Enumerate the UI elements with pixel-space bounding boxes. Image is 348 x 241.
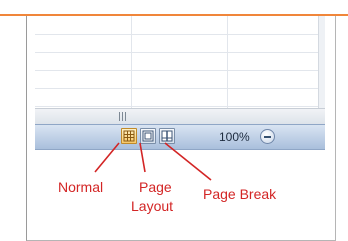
- grid-column-line: [227, 16, 228, 108]
- grid-row-line: [35, 70, 325, 71]
- zoom-level[interactable]: 100%: [219, 130, 250, 144]
- page-break-preview-icon: [161, 130, 173, 142]
- normal-view-button[interactable]: [121, 128, 137, 144]
- grid-row-line: [35, 52, 325, 53]
- page-break-preview-button[interactable]: [159, 128, 175, 144]
- page-layout-view-icon: [142, 130, 154, 142]
- grid-row-line: [35, 34, 325, 35]
- grid-row-line: [35, 106, 325, 107]
- status-bar: 100%: [35, 124, 325, 150]
- page-layout-callout-line2: Layout: [131, 198, 174, 214]
- worksheet-grid[interactable]: [35, 16, 325, 108]
- grid-column-line: [131, 16, 132, 108]
- vertical-scrollbar[interactable]: [318, 16, 325, 108]
- page-layout-callout-line1: Page: [139, 179, 172, 195]
- page-layout-view-button[interactable]: [140, 128, 156, 144]
- grid-row-line: [35, 88, 325, 89]
- zoom-out-button[interactable]: [260, 129, 275, 144]
- excel-window-panel: 100%: [26, 16, 336, 241]
- sheet-tab-bar: [35, 108, 325, 124]
- minus-circle-icon: [264, 136, 271, 138]
- normal-callout-label: Normal: [58, 179, 104, 195]
- normal-view-icon: [123, 130, 135, 142]
- page-break-callout-label: Page Break: [203, 186, 277, 202]
- screenshot-frame: 100% Normal Page Layout Page Break: [0, 0, 348, 241]
- tab-split-handle-icon[interactable]: [119, 112, 127, 121]
